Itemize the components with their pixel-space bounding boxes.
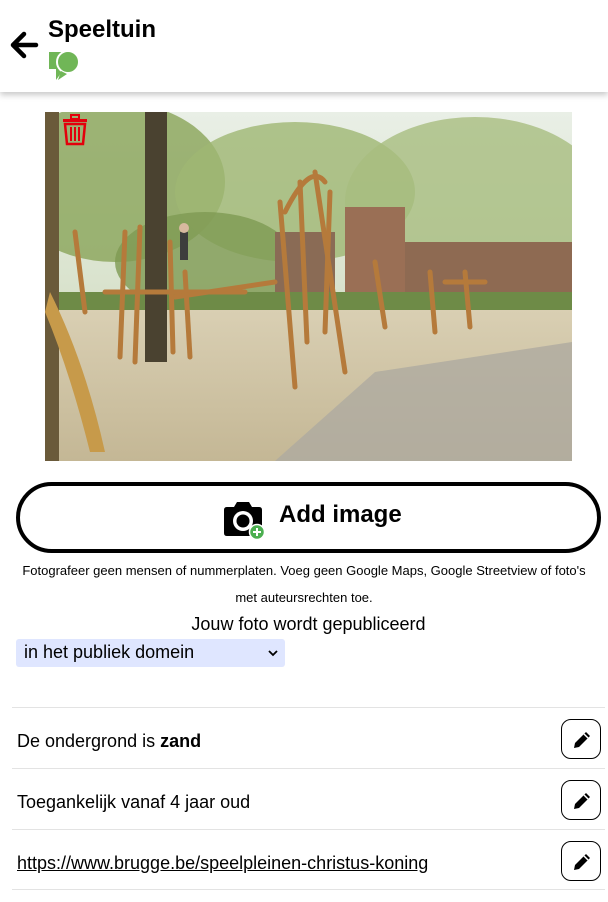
edit-age-button[interactable]: [561, 780, 601, 820]
camera-plus-icon: [224, 502, 266, 540]
edit-website-button[interactable]: [561, 841, 601, 881]
age-row: Toegankelijk vanaf 4 jaar oud: [12, 768, 605, 829]
hint-line-1: Fotografeer geen mensen of nummerplaten.…: [22, 563, 586, 578]
playground-photo: [45, 112, 572, 461]
age-text: Toegankelijk vanaf 4 jaar oud: [17, 792, 251, 812]
page-title: Speeltuin: [48, 16, 157, 43]
website-link[interactable]: https://www.brugge.be/speelpleinen-chris…: [17, 853, 428, 874]
surface-prefix: De ondergrond is: [17, 731, 161, 751]
photo-hint: Fotografeer geen mensen of nummerplaten.…: [14, 557, 594, 611]
surface-text: De ondergrond is zand: [17, 731, 201, 752]
license-label: Jouw foto wordt gepubliceerd: [191, 614, 426, 634]
website-row: https://www.brugge.be/speelpleinen-chris…: [12, 829, 605, 890]
top-bar: Speeltuin: [0, 0, 608, 92]
add-image-button[interactable]: Add image: [16, 482, 601, 553]
surface-value: zand: [160, 731, 202, 751]
hint-line-2: met auteursrechten toe.: [235, 590, 373, 605]
trash-icon[interactable]: [60, 114, 90, 146]
arrow-left-icon[interactable]: [8, 28, 42, 62]
pencil-icon: [574, 793, 590, 809]
pencil-icon: [574, 854, 590, 870]
pencil-icon: [574, 732, 590, 748]
license-selected-value: in het publiek domein: [24, 642, 195, 662]
license-select[interactable]: in het publiek domein: [16, 639, 285, 667]
edit-surface-button[interactable]: [561, 719, 601, 759]
map-marker-icon: [49, 50, 80, 80]
surface-row: De ondergrond is zand: [12, 707, 605, 768]
chevron-down-icon: [268, 650, 278, 657]
add-image-label: Add image: [279, 501, 402, 528]
